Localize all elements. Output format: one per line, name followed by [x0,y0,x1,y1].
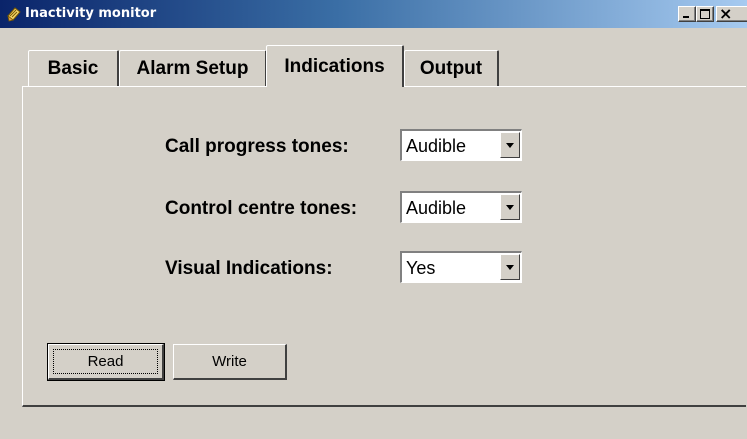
visual-indications-select[interactable]: Yes [400,251,522,283]
maximize-button[interactable] [696,6,714,22]
window-title: Inactivity monitor [25,6,157,21]
close-icon: × [719,4,733,23]
visual-indications-value: Yes [406,258,436,278]
call-progress-value: Audible [406,136,467,156]
close-button[interactable]: × [716,4,747,23]
minimize-icon [683,16,689,18]
tab-output[interactable]: Output [404,50,499,86]
control-centre-select[interactable]: Audible [400,191,522,223]
dropdown-button[interactable] [500,194,520,220]
title-bar[interactable]: Inactivity monitor × [0,0,747,28]
call-progress-label: Call progress tones: [165,136,349,157]
control-centre-value: Audible [406,198,467,218]
chevron-down-icon [506,265,514,270]
dropdown-button[interactable] [500,254,520,280]
tab-basic[interactable]: Basic [28,50,119,86]
tab-indications[interactable]: Indications [266,45,404,87]
write-button[interactable]: Write [173,344,287,380]
chevron-down-icon [506,205,514,210]
minimize-button[interactable] [678,6,696,22]
write-button-label: Write [212,353,247,370]
call-progress-select[interactable]: Audible [400,129,522,161]
read-button[interactable]: Read [47,343,165,381]
visual-indications-label: Visual Indications: [165,258,333,279]
notepad-icon [7,7,21,22]
chevron-down-icon [506,143,514,148]
dropdown-button[interactable] [500,132,520,158]
tab-alarm-setup[interactable]: Alarm Setup [119,50,267,86]
control-centre-label: Control centre tones: [165,198,358,219]
maximize-icon [700,9,710,19]
focus-rect [53,349,158,374]
